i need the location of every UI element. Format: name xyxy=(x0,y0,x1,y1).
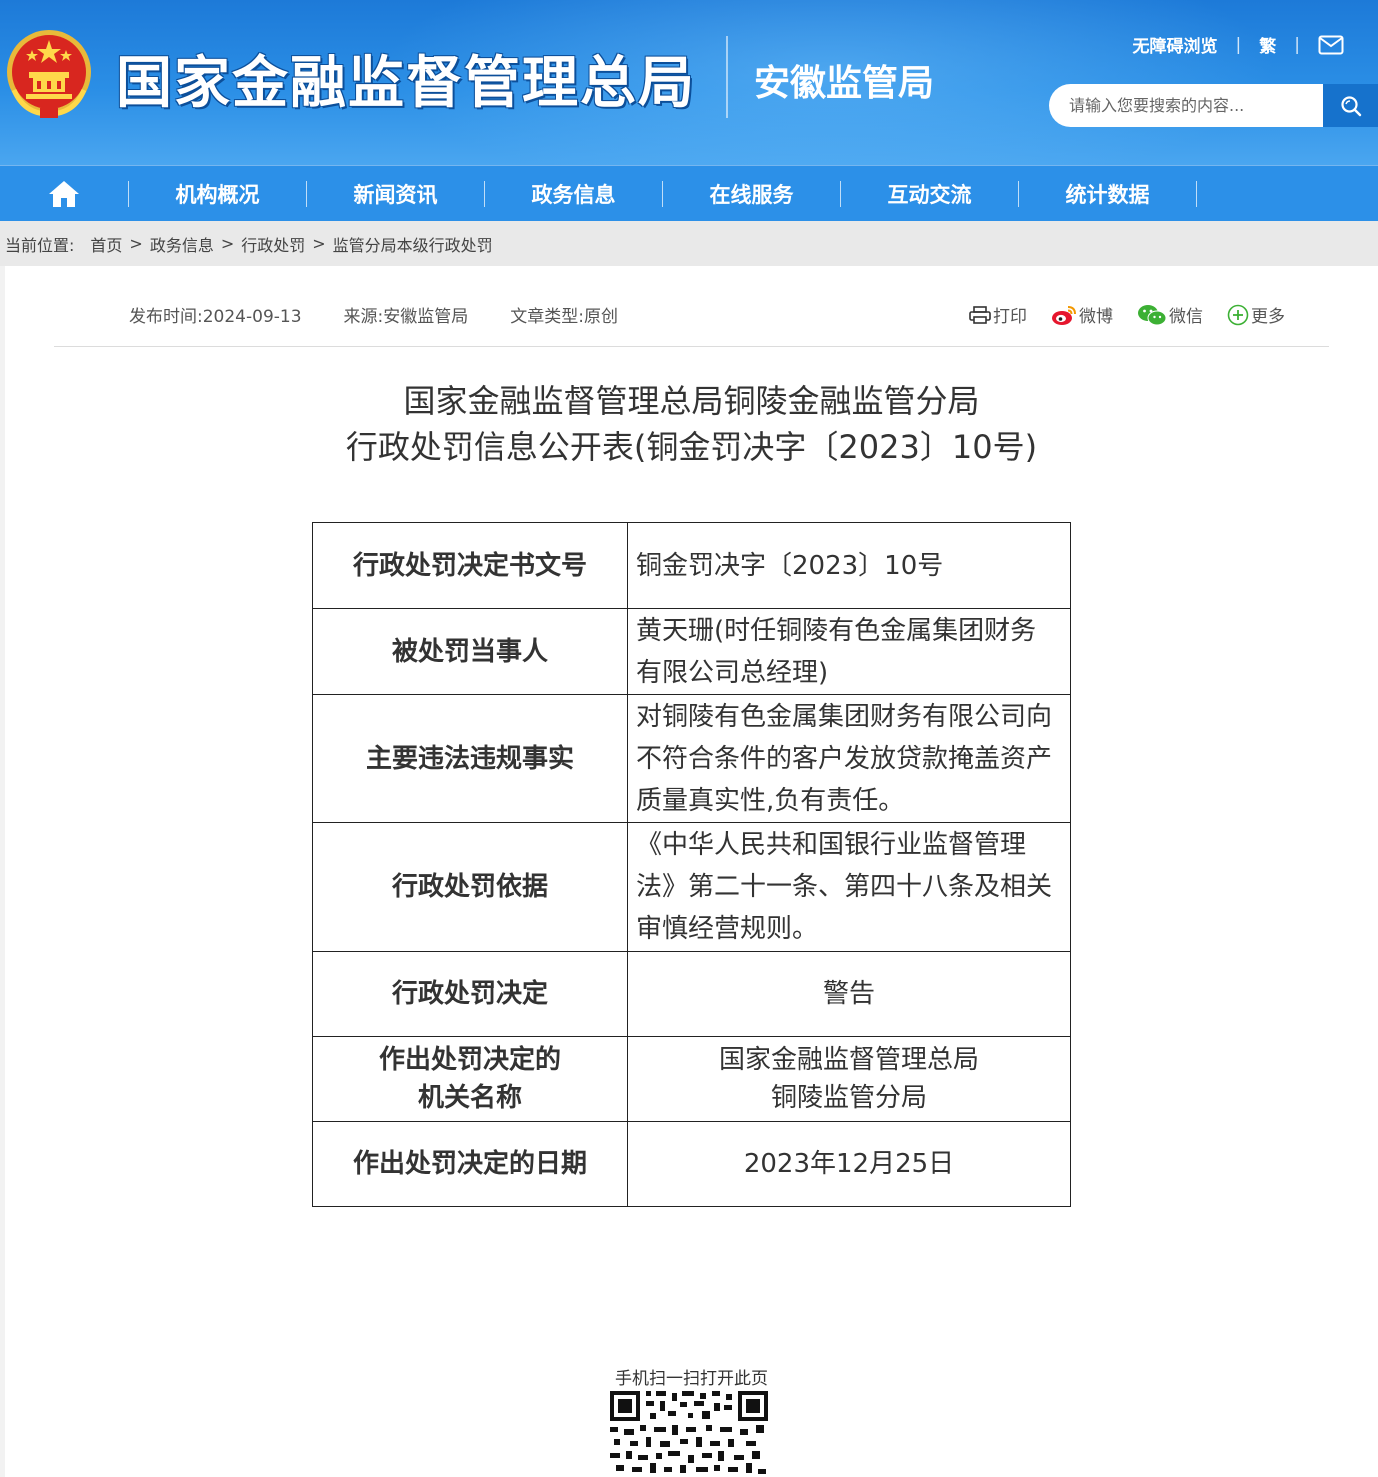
nav-item-news[interactable]: 新闻资讯 xyxy=(307,166,484,222)
article-type: 文章类型:原创 xyxy=(510,307,618,327)
nav-item-gov-info[interactable]: 政务信息 xyxy=(485,166,662,222)
table-value: 警告 xyxy=(627,951,1071,1037)
search-button[interactable] xyxy=(1323,84,1378,127)
title-divider xyxy=(726,36,728,118)
table-row: 行政处罚决定 警告 xyxy=(312,951,1071,1037)
qr-label: 手机扫一扫打开此页 xyxy=(615,1369,768,1389)
table-row: 作出处罚决定的 机关名称 国家金融监督管理总局 铜陵监管分局 xyxy=(312,1036,1071,1122)
nav-item-online-service[interactable]: 在线服务 xyxy=(663,166,840,222)
table-key: 行政处罚依据 xyxy=(312,822,628,952)
table-key: 被处罚当事人 xyxy=(312,608,628,695)
weibo-icon xyxy=(1052,305,1076,325)
table-row: 被处罚当事人 黄天珊(时任铜陵有色金属集团财务有限公司总经理) xyxy=(312,608,1071,695)
table-key-line: 作出处罚决定的 xyxy=(378,1045,561,1075)
table-row: 主要违法违规事实 对铜陵有色金属集团财务有限公司向不符合条件的客户发放贷款掩盖资… xyxy=(312,694,1071,823)
table-value-line: 铜陵监管分局 xyxy=(770,1083,927,1113)
breadcrumb: 当前位置: 首页 > 政务信息 > 行政处罚 > 监管分局本级行政处罚 xyxy=(0,221,1378,266)
breadcrumb-separator: > xyxy=(312,234,326,253)
accessibility-link[interactable]: 无障碍浏览 xyxy=(1133,32,1218,57)
table-value: 2023年12月25日 xyxy=(627,1121,1071,1207)
nav-item-interaction[interactable]: 互动交流 xyxy=(841,166,1018,222)
article-source: 来源:安徽监管局 xyxy=(343,307,469,327)
breadcrumb-home[interactable]: 首页 xyxy=(90,232,122,256)
weibo-share-button[interactable]: 微博 xyxy=(1051,302,1113,327)
table-key-line: 机关名称 xyxy=(417,1083,522,1113)
table-value: 国家金融监督管理总局 铜陵监管分局 xyxy=(627,1036,1071,1122)
publish-date: 发布时间:2024-09-13 xyxy=(129,307,302,327)
print-button[interactable]: 打印 xyxy=(969,302,1027,327)
wechat-icon xyxy=(1138,304,1167,325)
sub-title[interactable]: 安徽监管局 xyxy=(754,54,934,106)
traditional-chinese-link[interactable]: 繁 xyxy=(1259,32,1276,57)
main-nav: 机构概况 新闻资讯 政务信息 在线服务 互动交流 统计数据 xyxy=(0,165,1378,221)
printer-icon xyxy=(969,305,991,324)
table-key: 行政处罚决定书文号 xyxy=(312,522,628,609)
wechat-share-button[interactable]: 微信 xyxy=(1137,302,1203,327)
more-share-button[interactable]: 更多 xyxy=(1227,302,1285,327)
table-row: 行政处罚决定书文号 铜金罚决字〔2023〕10号 xyxy=(312,522,1071,609)
breadcrumb-separator: > xyxy=(129,234,143,253)
nav-item-org[interactable]: 机构概况 xyxy=(129,166,306,222)
table-key: 作出处罚决定的日期 xyxy=(312,1121,628,1207)
table-row: 行政处罚依据 《中华人民共和国银行业监督管理法》第二十一条、第四十八条及相关审慎… xyxy=(312,822,1071,952)
article-title-line1: 国家金融监督管理总局铜陵金融监管分局 xyxy=(403,382,980,420)
breadcrumb-penalty[interactable]: 行政处罚 xyxy=(241,232,305,256)
top-links: 无障碍浏览 | 繁 | xyxy=(1133,32,1344,57)
nav-separator xyxy=(1196,180,1197,207)
breadcrumb-branch-penalty[interactable]: 监管分局本级行政处罚 xyxy=(333,232,493,256)
table-key: 行政处罚决定 xyxy=(312,951,628,1037)
mail-icon[interactable] xyxy=(1318,35,1344,55)
breadcrumb-label: 当前位置: xyxy=(5,235,75,255)
penalty-table: 行政处罚决定书文号 铜金罚决字〔2023〕10号 被处罚当事人 黄天珊(时任铜陵… xyxy=(312,522,1071,1207)
breadcrumb-gov-info[interactable]: 政务信息 xyxy=(150,232,214,256)
national-emblem-icon[interactable] xyxy=(4,28,94,120)
meta-divider xyxy=(54,346,1329,347)
print-label: 打印 xyxy=(993,307,1027,327)
article-title: 国家金融监督管理总局铜陵金融监管分局 行政处罚信息公开表(铜金罚决字〔2023〕… xyxy=(5,378,1378,470)
wechat-label: 微信 xyxy=(1169,307,1203,327)
search-icon xyxy=(1340,95,1361,116)
search-input[interactable] xyxy=(1069,84,1319,127)
plus-circle-icon xyxy=(1227,304,1249,325)
top-link-separator: | xyxy=(1235,34,1242,55)
nav-home[interactable] xyxy=(0,166,128,222)
weibo-label: 微博 xyxy=(1079,307,1113,327)
qr-code xyxy=(610,1391,768,1477)
nav-item-statistics[interactable]: 统计数据 xyxy=(1019,166,1196,222)
table-row: 作出处罚决定的日期 2023年12月25日 xyxy=(312,1121,1071,1207)
article-meta: 发布时间:2024-09-13 来源:安徽监管局 文章类型:原创 xyxy=(129,302,660,327)
search-box xyxy=(1049,84,1378,127)
table-value-line: 国家金融监督管理总局 xyxy=(718,1045,979,1075)
table-value: 对铜陵有色金属集团财务有限公司向不符合条件的客户发放贷款掩盖资产质量真实性,负有… xyxy=(627,694,1071,823)
article-title-line2: 行政处罚信息公开表(铜金罚决字〔2023〕10号) xyxy=(345,428,1038,466)
table-value: 铜金罚决字〔2023〕10号 xyxy=(627,522,1071,609)
top-link-separator: | xyxy=(1294,34,1300,55)
breadcrumb-separator: > xyxy=(220,234,235,253)
table-value: 黄天珊(时任铜陵有色金属集团财务有限公司总经理) xyxy=(627,608,1071,695)
table-key: 主要违法违规事实 xyxy=(312,694,628,823)
share-bar: 打印 微博 微信 更多 xyxy=(969,302,1285,327)
site-title[interactable]: 国家金融监督管理总局 xyxy=(116,38,696,119)
home-icon xyxy=(49,180,79,207)
article-content: 发布时间:2024-09-13 来源:安徽监管局 文章类型:原创 打印 微博 微… xyxy=(5,266,1378,1477)
site-header: 国家金融监督管理总局 安徽监管局 无障碍浏览 | 繁 | xyxy=(0,0,1378,165)
table-key: 作出处罚决定的 机关名称 xyxy=(312,1036,628,1122)
more-label: 更多 xyxy=(1251,307,1285,327)
table-value: 《中华人民共和国银行业监督管理法》第二十一条、第四十八条及相关审慎经营规则。 xyxy=(627,822,1071,952)
